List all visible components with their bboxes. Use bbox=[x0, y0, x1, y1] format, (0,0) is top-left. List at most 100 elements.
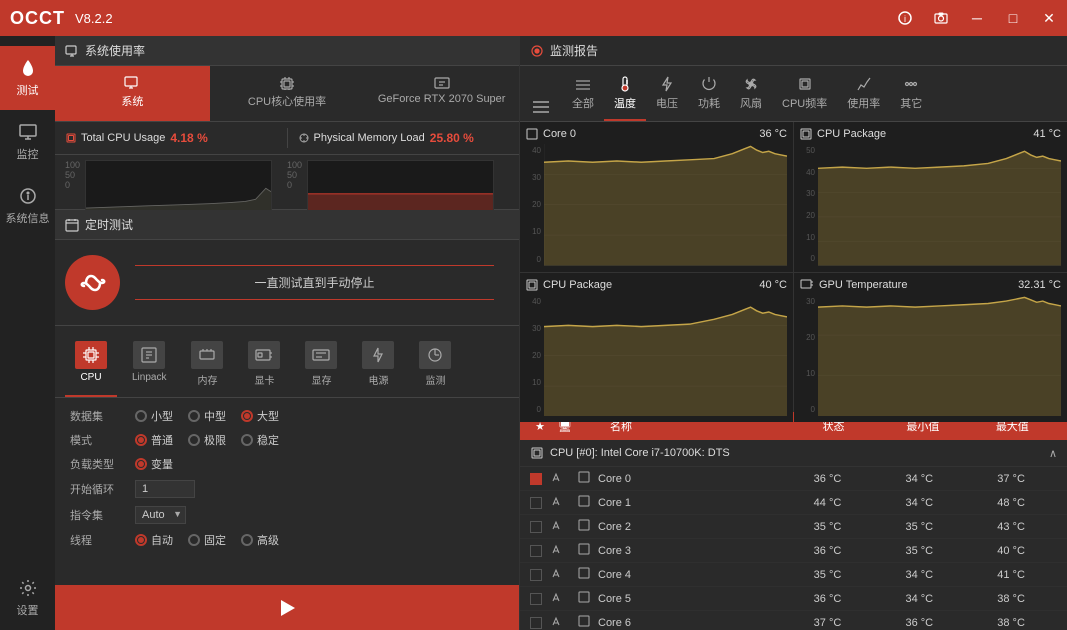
loadtype-variable[interactable]: 变量 bbox=[135, 456, 173, 472]
row0-checkbox[interactable] bbox=[530, 473, 542, 485]
tab-cpu-usage[interactable]: CPU核心使用率 bbox=[210, 66, 365, 121]
right-panel: 监测报告 全部 bbox=[520, 36, 1067, 630]
row5-checkbox[interactable] bbox=[530, 593, 542, 605]
main-layout: 测试 监控 系统信息 设置 bbox=[0, 36, 1067, 630]
system-tabs: 系统 CPU核心使用率 GeForce R bbox=[55, 66, 519, 122]
row6-name: Core 6 bbox=[598, 617, 782, 629]
row4-checkbox[interactable] bbox=[530, 569, 542, 581]
sidebar-item-monitor[interactable]: 监控 bbox=[0, 110, 55, 174]
tab-cpu-freq[interactable]: CPU频率 bbox=[772, 71, 837, 121]
memory-tab-label: 内存 bbox=[197, 372, 217, 387]
chart-gputemp-title: GPU Temperature 32.31 °C bbox=[800, 279, 1061, 291]
table-row: Core 0 36 °C 34 °C 37 °C bbox=[520, 467, 1067, 491]
chart-cpupkg-area: 50403020100 bbox=[800, 144, 1061, 266]
mem-stat: Physical Memory Load 25.80 % bbox=[298, 131, 510, 145]
instruction-select[interactable]: Auto bbox=[135, 506, 186, 524]
screenshot-button[interactable] bbox=[923, 0, 959, 36]
mode-options: 普通 极限 稳定 bbox=[135, 432, 279, 448]
thread-fixed[interactable]: 固定 bbox=[188, 532, 226, 548]
sidebar-label-sysinfo: 系统信息 bbox=[6, 210, 50, 226]
tab-system[interactable]: 系统 bbox=[55, 66, 210, 121]
cpu-chart-labels: 100 50 0 bbox=[65, 160, 80, 211]
system-usage-header: 系统使用率 bbox=[55, 36, 519, 66]
thread-auto[interactable]: 自动 bbox=[135, 532, 173, 548]
dataset-row: 数据集 小型 中型 大型 bbox=[70, 408, 504, 424]
vram-tab-icon bbox=[305, 341, 337, 369]
row0-icon2 bbox=[574, 471, 594, 486]
tab-voltage-label: 电压 bbox=[656, 95, 678, 111]
row3-checkbox[interactable] bbox=[530, 545, 542, 557]
tab-all-label: 全部 bbox=[572, 95, 594, 111]
tab-fan[interactable]: 风扇 bbox=[730, 71, 772, 121]
cpu-group-header: CPU [#0]: Intel Core i7-10700K: DTS ∧ bbox=[520, 440, 1067, 467]
sidebar-item-sysinfo[interactable]: 系统信息 bbox=[0, 174, 55, 238]
mem-stat-icon: Physical Memory Load bbox=[298, 132, 425, 144]
thread-advanced-radio bbox=[241, 534, 253, 546]
mode-stable[interactable]: 稳定 bbox=[241, 432, 279, 448]
dataset-medium[interactable]: 中型 bbox=[188, 408, 226, 424]
cpu-stat-value: 4.18 % bbox=[170, 131, 207, 145]
startloop-input[interactable] bbox=[135, 480, 195, 498]
minimize-button[interactable]: ─ bbox=[959, 0, 995, 36]
dataset-label: 数据集 bbox=[70, 408, 135, 424]
row2-checkbox[interactable] bbox=[530, 521, 542, 533]
mem-stat-label: Physical Memory Load bbox=[314, 132, 425, 144]
tab-gpu[interactable]: GeForce RTX 2070 Super bbox=[364, 66, 519, 121]
thread-fixed-radio bbox=[188, 534, 200, 546]
system-usage-label: 系统使用率 bbox=[85, 42, 145, 59]
chart-gputemp-area: 3020100 bbox=[800, 295, 1061, 417]
maximize-button[interactable]: □ bbox=[995, 0, 1031, 36]
infinite-button[interactable] bbox=[65, 255, 120, 310]
test-tab-cpu[interactable]: CPU bbox=[65, 336, 117, 397]
expand-icon[interactable]: ∧ bbox=[1049, 447, 1057, 460]
dataset-options: 小型 中型 大型 bbox=[135, 408, 279, 424]
test-tab-memory[interactable]: 内存 bbox=[181, 336, 233, 397]
row1-checkbox[interactable] bbox=[530, 497, 542, 509]
window-controls: i ─ □ ✕ bbox=[887, 0, 1067, 36]
row6-checkbox[interactable] bbox=[530, 617, 542, 629]
thread-label: 线程 bbox=[70, 532, 135, 548]
cpu-stat-icon: Total CPU Usage bbox=[65, 132, 165, 144]
mode-normal-radio bbox=[135, 434, 147, 446]
sidebar-item-test[interactable]: 测试 bbox=[0, 46, 55, 110]
row1-max: 48 °C bbox=[965, 497, 1057, 509]
tab-power[interactable]: 功耗 bbox=[688, 71, 730, 121]
play-button[interactable] bbox=[55, 585, 519, 630]
tab-all[interactable]: 全部 bbox=[562, 73, 604, 121]
chart-cpupkg2-area: 403020100 bbox=[526, 295, 787, 417]
loadtype-options: 变量 bbox=[135, 456, 173, 472]
thread-advanced[interactable]: 高级 bbox=[241, 532, 279, 548]
svg-text:i: i bbox=[904, 14, 906, 24]
close-button[interactable]: ✕ bbox=[1031, 0, 1067, 36]
left-panel: 系统使用率 系统 CPU bbox=[55, 36, 520, 630]
mode-normal[interactable]: 普通 bbox=[135, 432, 173, 448]
mode-extreme[interactable]: 极限 bbox=[188, 432, 226, 448]
dataset-large[interactable]: 大型 bbox=[241, 408, 279, 424]
scheduled-test-label: 定时测试 bbox=[85, 216, 133, 233]
table-row: Core 3 36 °C 35 °C 40 °C bbox=[520, 539, 1067, 563]
monitor-section-label: 监测报告 bbox=[550, 42, 598, 59]
monitor-menu-button[interactable] bbox=[525, 93, 557, 121]
mem-stat-value: 25.80 % bbox=[430, 131, 474, 145]
test-tab-linpack[interactable]: Linpack bbox=[122, 336, 176, 397]
cpu-chart-area bbox=[85, 160, 272, 211]
monitor-tab-icon bbox=[419, 341, 451, 369]
tab-temperature[interactable]: 温度 bbox=[604, 71, 646, 121]
test-tab-vram[interactable]: 显存 bbox=[295, 336, 347, 397]
test-tab-monitor[interactable]: 监测 bbox=[409, 336, 461, 397]
sidebar-label-test: 测试 bbox=[17, 82, 39, 98]
row4-name: Core 4 bbox=[598, 569, 782, 581]
test-tab-power[interactable]: 电源 bbox=[352, 336, 404, 397]
test-tab-gpu[interactable]: 显卡 bbox=[238, 336, 290, 397]
chart-cpupkg2-temp: 40 °C bbox=[759, 279, 787, 291]
row0-name: Core 0 bbox=[598, 473, 782, 485]
tab-usage[interactable]: 使用率 bbox=[837, 71, 890, 121]
sidebar-item-settings[interactable]: 设置 bbox=[0, 566, 55, 630]
tab-voltage[interactable]: 电压 bbox=[646, 71, 688, 121]
row0-min: 34 °C bbox=[873, 473, 965, 485]
tab-other[interactable]: 其它 bbox=[890, 71, 932, 121]
info-button[interactable]: i bbox=[887, 0, 923, 36]
dataset-small-radio bbox=[135, 410, 147, 422]
dataset-small[interactable]: 小型 bbox=[135, 408, 173, 424]
cpu-tab-icon bbox=[75, 341, 107, 369]
